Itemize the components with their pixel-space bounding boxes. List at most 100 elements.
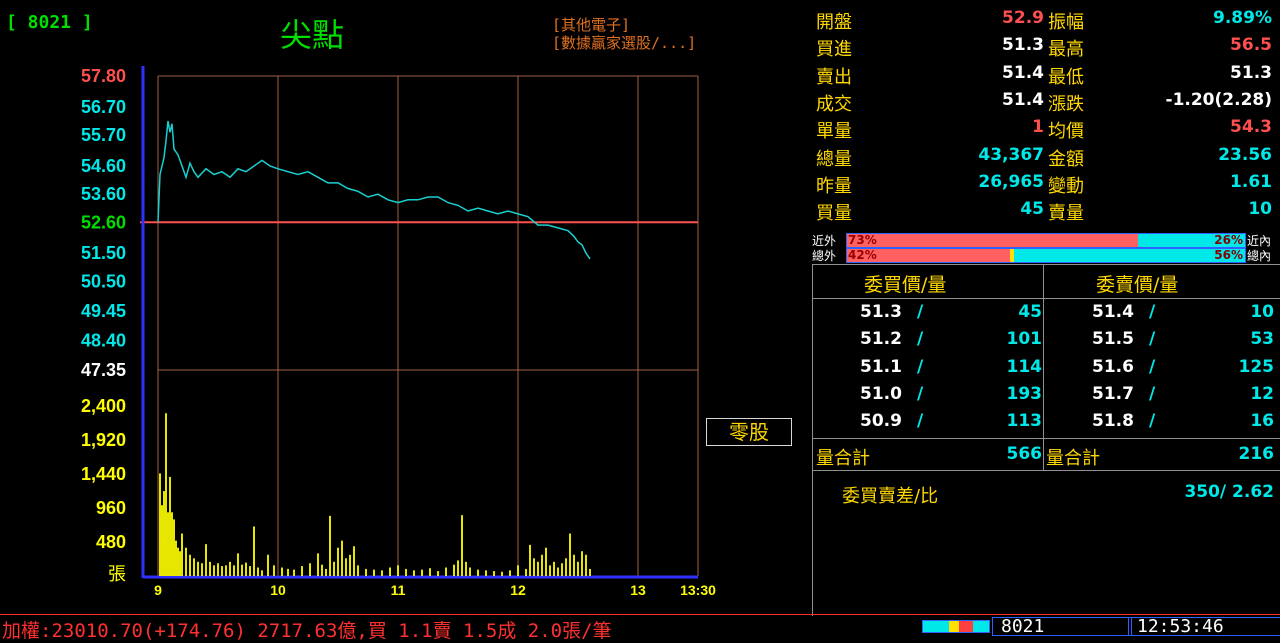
time-tick-label: 13:30 <box>680 582 716 598</box>
total-ratio-bar: 42% 56% <box>846 248 1246 263</box>
price-tick-label: 50.50 <box>81 271 126 291</box>
quote-value: 51.4 <box>1002 89 1044 110</box>
code-input[interactable]: 8021 <box>992 617 1132 636</box>
quote-row: 買進 51.3 最高 56.5 <box>812 31 1280 61</box>
quote-value: 1 <box>1032 117 1044 138</box>
slash-separator: / <box>1149 356 1156 377</box>
volume-bar <box>201 563 203 576</box>
volume-bar <box>159 473 161 576</box>
volume-tick-label: 1,440 <box>81 464 126 484</box>
volume-bar <box>429 568 431 576</box>
quote-row: 買量 45 賣量 10 <box>812 195 1280 225</box>
ask-price: 51.5 <box>1092 329 1134 350</box>
bid-price: 51.3 <box>860 302 902 322</box>
price-tick-label: 55.70 <box>81 125 126 145</box>
bid-price: 51.0 <box>860 383 902 404</box>
quote-label: 買進 <box>816 39 852 61</box>
bid-price: 50.9 <box>860 411 902 432</box>
quote-label: 買量 <box>816 203 852 225</box>
ask-total-label: 量合計 <box>1046 448 1100 469</box>
volume-bar <box>253 526 255 576</box>
volume-bar <box>293 569 295 576</box>
slash-separator: / <box>917 383 924 404</box>
quote-label: 變動 <box>1048 175 1084 197</box>
volume-tick-label: 2,400 <box>81 396 126 416</box>
volume-bar <box>525 568 527 576</box>
quote-label: 最高 <box>1048 39 1084 61</box>
volume-bar <box>193 558 195 576</box>
bid-price: 51.2 <box>860 329 902 350</box>
price-tick-label: 56.70 <box>81 97 126 117</box>
time-tick-label: 12 <box>510 582 526 598</box>
volume-tick-label: 1,920 <box>81 430 126 450</box>
volume-bar <box>541 554 543 576</box>
bid-volume: 114 <box>1006 356 1043 377</box>
quote-label: 振幅 <box>1048 12 1084 33</box>
quote-value: 1.61 <box>1230 171 1272 192</box>
volume-bar <box>365 568 367 576</box>
volume-bar <box>465 561 467 576</box>
volume-bar <box>221 566 223 576</box>
volume-bar <box>413 570 415 576</box>
volume-bar <box>329 515 331 576</box>
volume-bar <box>533 558 535 576</box>
volume-bar <box>273 565 275 576</box>
volume-bar <box>341 540 343 576</box>
volume-bar <box>477 569 479 576</box>
slash-separator: / <box>917 302 924 322</box>
volume-bar <box>209 561 211 576</box>
ask-total-value: 216 <box>1238 444 1275 464</box>
quote-value: 9.89% <box>1213 8 1272 28</box>
volume-bar <box>573 554 575 576</box>
ask-price: 51.8 <box>1092 411 1134 432</box>
quote-label: 漲跌 <box>1048 93 1084 115</box>
volume-bar <box>509 570 511 576</box>
slash-separator: / <box>1149 302 1156 322</box>
volume-bar <box>493 571 495 576</box>
price-tick-label: 53.60 <box>81 184 126 204</box>
ask-header: 委賣價/量 <box>1096 274 1179 296</box>
volume-bar <box>437 571 439 576</box>
bid-price: 51.1 <box>860 356 902 377</box>
volume-bar <box>469 567 471 576</box>
volume-bar <box>461 515 463 576</box>
quote-row: 單量 1 均價 54.3 <box>812 113 1280 142</box>
volume-bar <box>333 561 335 576</box>
volume-bar <box>179 551 181 576</box>
price-tick-label: 52.60 <box>81 212 126 232</box>
volume-bar <box>177 547 179 576</box>
time-tick-label: 13 <box>630 582 646 598</box>
volume-bar <box>205 544 207 576</box>
volume-unit-label: 張 <box>108 564 126 585</box>
order-book: 委買價/量 委賣價/量 51.3 45 51.4 10 / / 51.2 101 51.5 53 /… <box>812 264 1280 616</box>
diff-label: 委買賣差/比 <box>842 486 939 507</box>
bid-header: 委買價/量 <box>864 274 947 296</box>
quote-label: 總量 <box>816 148 852 170</box>
quote-row: 賣出 51.4 最低 51.3 <box>812 59 1280 88</box>
slash-separator: / <box>917 329 924 350</box>
volume-bar <box>169 476 171 576</box>
quote-label: 賣量 <box>1048 203 1084 225</box>
volume-bar <box>249 566 251 576</box>
volume-bar <box>501 571 503 576</box>
slash-separator: / <box>917 356 924 377</box>
intraday-chart: 57.80 56.70 55.70 54.60 53.60 52.60 51.50 50.50… <box>81 66 716 598</box>
quote-label: 開盤 <box>816 12 852 33</box>
volume-bar <box>577 561 579 576</box>
volume-bar <box>245 562 247 576</box>
quote-row: 昨量 26,965 變動 1.61 <box>812 168 1280 197</box>
bid-volume: 45 <box>1018 302 1042 322</box>
quote-label: 賣出 <box>816 66 852 88</box>
volume-bar <box>301 566 303 576</box>
volume-bar <box>549 565 551 576</box>
time-tick-label: 11 <box>391 582 406 598</box>
volume-bar <box>171 512 173 576</box>
volume-bar <box>529 544 531 576</box>
quote-value: 51.4 <box>1002 62 1044 83</box>
quote-value: 56.5 <box>1230 35 1272 56</box>
volume-bar <box>561 563 563 576</box>
index-ticker-text: 加權:23010.70(+174.76) 2717.63億,買 1.1賣 1.5… <box>2 620 612 642</box>
volume-bar <box>457 560 459 576</box>
quote-value: 43,367 <box>978 144 1044 165</box>
near-sell-pct: 26% <box>1214 233 1243 247</box>
